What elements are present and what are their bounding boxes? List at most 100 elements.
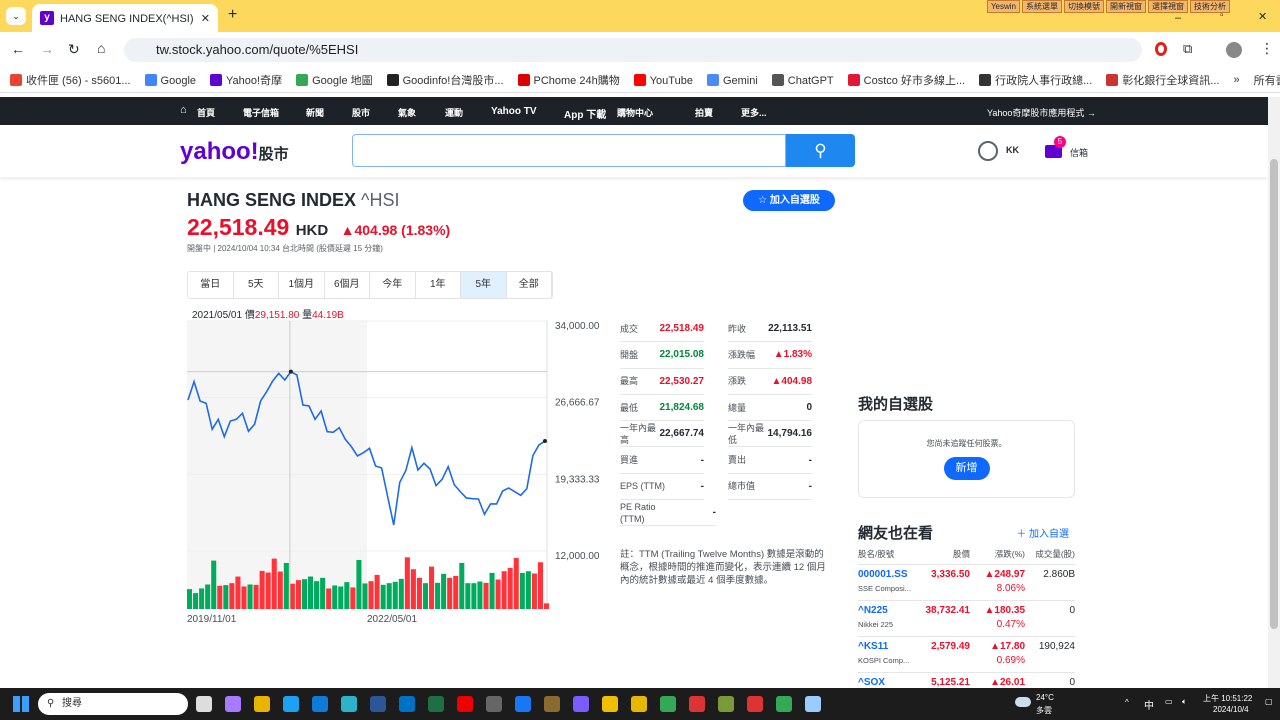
clock-date: 2024/10/4 xyxy=(1213,705,1249,714)
taskbar-app-icon[interactable] xyxy=(602,696,618,712)
taskbar-app-icon[interactable] xyxy=(312,696,328,712)
add-watchlist-button[interactable]: ☆ 加入自選股 xyxy=(743,190,835,211)
tray-chevron-icon[interactable]: ^ xyxy=(1125,698,1129,707)
bookmark-item[interactable]: 彰化銀行全球資訊... xyxy=(1106,72,1219,88)
clock-time[interactable]: 上午 10:51:22 xyxy=(1203,693,1252,704)
scrollbar-thumb[interactable] xyxy=(1270,159,1278,629)
taskbar-app-icon[interactable] xyxy=(747,696,763,712)
weather-icon xyxy=(1015,697,1031,707)
column-header: 股名/股號 xyxy=(858,549,895,559)
stat-value: 22,113.51 xyxy=(768,323,812,335)
stat-label: 一年內最高 xyxy=(620,422,657,445)
minimize-button[interactable]: – xyxy=(1175,12,1181,24)
bookmark-item[interactable]: YouTube xyxy=(633,73,693,87)
stock-change: ▲180.35 0.47% xyxy=(970,605,1025,636)
change-value: ▲26.01 xyxy=(990,677,1025,688)
search-icon: ⚲ xyxy=(814,141,827,160)
taskbar-app-icon[interactable] xyxy=(660,696,676,712)
stat-label: 一年內最低 xyxy=(728,422,765,445)
profile-avatar[interactable] xyxy=(1226,42,1242,58)
taskbar-app-icon[interactable] xyxy=(399,696,415,712)
network-icon[interactable]: ▭ xyxy=(1165,697,1173,706)
table-row[interactable]: ^N225 Nikkei 225 38,732.41 ▲180.35 0.47% 0 xyxy=(858,601,1075,637)
volume-bar xyxy=(326,588,332,609)
close-window-button[interactable]: ✕ xyxy=(1258,10,1267,23)
taskbar-app-icon[interactable] xyxy=(283,696,299,712)
stat-label: 賣出 xyxy=(728,455,747,466)
taskbar-app-icon[interactable] xyxy=(573,696,589,712)
taskbar-app-icon[interactable] xyxy=(718,696,734,712)
bookmark-item[interactable]: Gemini xyxy=(706,73,758,87)
taskbar-app-icon[interactable] xyxy=(225,696,241,712)
weather-temp[interactable]: 24°C xyxy=(1036,693,1054,702)
bookmark-item[interactable]: 行政院人事行政總... xyxy=(979,72,1092,88)
stock-symbol[interactable]: ^KS11 xyxy=(858,641,920,652)
taskbar-app-icon[interactable] xyxy=(689,696,705,712)
taskbar-app-icon[interactable] xyxy=(196,696,212,712)
bookmarks-more-button[interactable]: » xyxy=(1233,74,1239,86)
search-button[interactable]: ⚲ xyxy=(786,134,855,167)
taskbar-app-icon[interactable] xyxy=(428,696,444,712)
opera-icon[interactable] xyxy=(1155,42,1167,56)
volume-bar xyxy=(368,581,374,609)
taskbar-app-icon[interactable] xyxy=(370,696,386,712)
menu-icon[interactable]: ⋮ xyxy=(1260,40,1274,57)
taskbar-app-icon[interactable] xyxy=(254,696,270,712)
volume-bar xyxy=(229,583,235,609)
start-icon[interactable] xyxy=(13,696,29,712)
page-scrollbar[interactable] xyxy=(1268,97,1280,688)
bookmark-icon xyxy=(706,73,719,86)
volume-bar xyxy=(386,583,392,609)
bookmark-item[interactable]: Costco 好市多線上... xyxy=(847,72,965,88)
taskbar-app-icon[interactable] xyxy=(486,696,502,712)
yeswin-button[interactable]: 技術分析 xyxy=(1190,0,1230,13)
watchlist-add-button[interactable]: 新增 xyxy=(943,457,990,480)
taskbar-search-label: 搜尋 xyxy=(62,698,82,709)
taskbar-app-icon[interactable] xyxy=(457,696,473,712)
volume-bar xyxy=(235,576,241,609)
price-chart[interactable]: 34,000.00 26,666.67 19,333.33 12,000.00 2019… xyxy=(0,0,620,630)
taskbar-app-icon[interactable] xyxy=(341,696,357,712)
yeswin-button[interactable]: 開新視窗 xyxy=(1106,0,1146,13)
taskbar-search[interactable]: ⚲ 搜尋 xyxy=(38,693,188,715)
yeswin-button[interactable]: 切換模號 xyxy=(1064,0,1104,13)
table-row[interactable]: 000001.SS SSE Composi... 3,336.50 ▲248.97 8.… xyxy=(858,565,1075,601)
table-row[interactable]: ^KS11 KOSPI Comp... 2,579.49 ▲17.80 0.69% 190… xyxy=(858,637,1075,673)
volume-bar xyxy=(320,577,326,609)
stock-symbol[interactable]: ^N225 xyxy=(858,605,920,616)
stats-row: 買進 - 賣出 - xyxy=(620,447,836,474)
yeswin-button[interactable]: 系統選單 xyxy=(1022,0,1062,13)
stats-row: 成交 22,518.49 昨收 22,113.51 xyxy=(620,316,836,343)
yeswin-button[interactable]: Yeswin xyxy=(986,0,1020,13)
nav-item[interactable]: 拍賣 xyxy=(695,106,713,119)
stock-symbol[interactable]: 000001.SS xyxy=(858,569,920,580)
app-download-link[interactable]: Yahoo奇摩股市應用程式 → xyxy=(987,106,1096,119)
notification-icon[interactable]: ▢ xyxy=(1265,697,1273,706)
taskbar-app-icon[interactable] xyxy=(515,696,531,712)
taskbar-app-icon[interactable] xyxy=(544,696,560,712)
extensions-icon[interactable]: ⧉ xyxy=(1183,41,1192,57)
taskbar-app-icon[interactable] xyxy=(805,696,821,712)
nav-item[interactable]: 購物中心 xyxy=(617,106,653,119)
taskbar-app-icon[interactable] xyxy=(631,696,647,712)
volume-bar xyxy=(459,562,465,609)
y-tick-label: 26,666.67 xyxy=(555,398,600,409)
nav-item[interactable]: 更多... xyxy=(741,106,767,119)
stock-symbol[interactable]: ^SOX xyxy=(858,677,920,688)
stock-volume: 190,924 xyxy=(1038,641,1075,652)
taskbar-app-icon[interactable] xyxy=(776,696,792,712)
all-bookmarks-button[interactable]: 所有書籤 xyxy=(1254,72,1280,88)
volume-bar xyxy=(398,578,404,609)
yeswin-button[interactable]: 選擇視窗 xyxy=(1148,0,1188,13)
stat-cell: 最高 22,530.27 xyxy=(620,369,704,395)
volume-icon[interactable]: 🔈︎ xyxy=(1182,697,1187,707)
also-add-watchlist-button[interactable]: ＋ 加入自選 xyxy=(1016,525,1069,540)
user-name[interactable]: KK xyxy=(1006,145,1019,155)
mail-label[interactable]: 信箱 xyxy=(1070,146,1088,159)
bookmark-item[interactable]: ChatGPT xyxy=(771,73,834,87)
maximize-button[interactable]: ▫ xyxy=(1220,10,1224,21)
user-icon[interactable] xyxy=(978,141,998,161)
ime-indicator[interactable]: 中 xyxy=(1144,697,1154,712)
change-percent: 0.47% xyxy=(996,619,1025,630)
stat-value: - xyxy=(808,480,812,492)
